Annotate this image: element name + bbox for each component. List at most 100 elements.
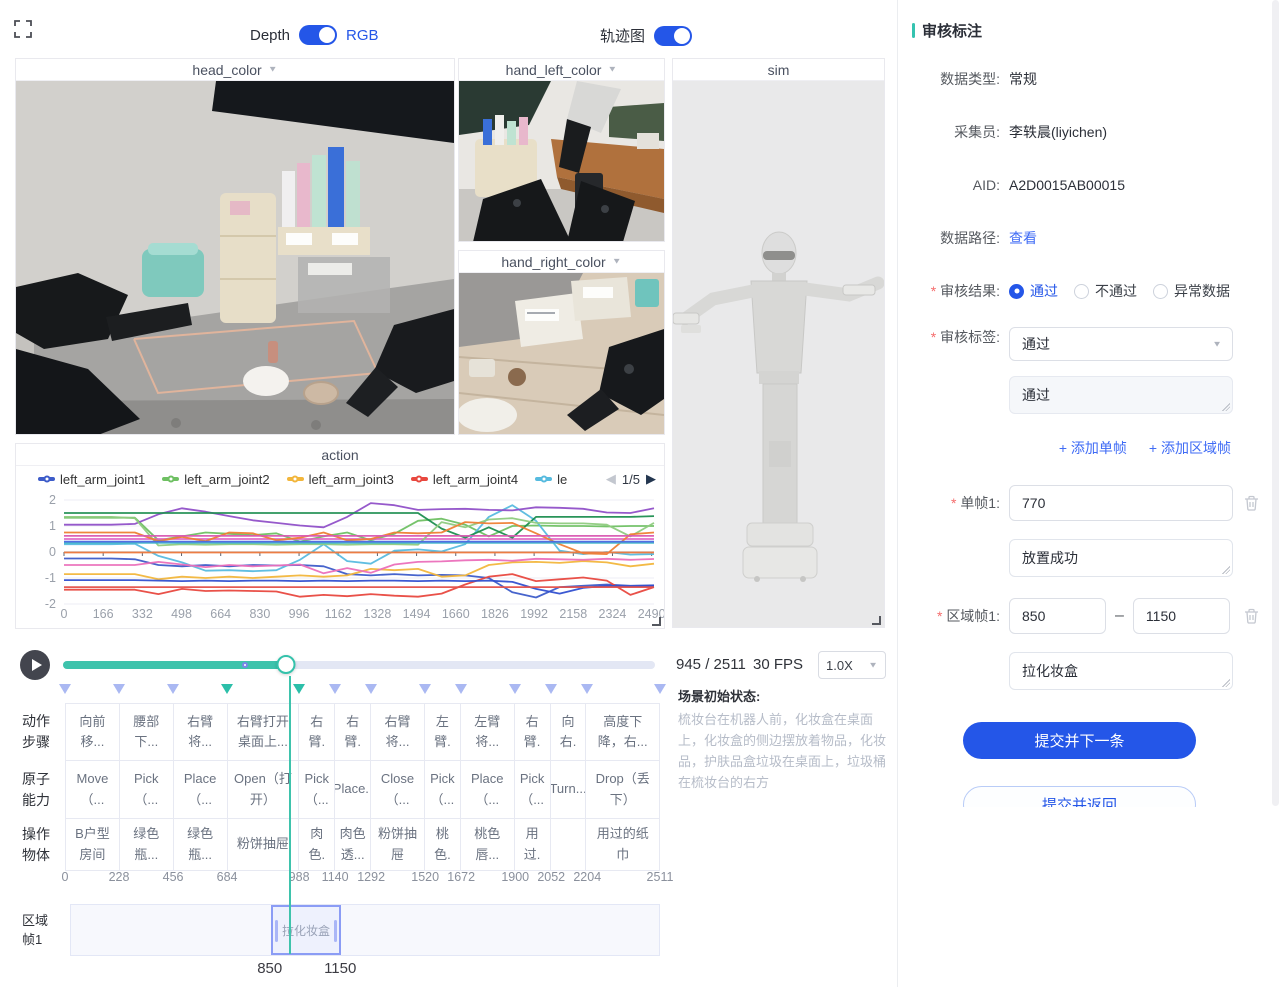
- region-segment-right-handle[interactable]: [334, 920, 337, 942]
- play-button[interactable]: [20, 650, 50, 680]
- head-camera-title[interactable]: head_color ▼: [16, 59, 454, 81]
- step-marker[interactable]: [419, 684, 431, 694]
- table-cell: 左臂将...: [461, 704, 515, 760]
- single-frame-marker-dot[interactable]: [242, 662, 248, 668]
- table-cell: 粉饼抽屉: [371, 819, 425, 870]
- step-marker[interactable]: [654, 684, 666, 694]
- single-frame-note[interactable]: 放置成功: [1009, 539, 1233, 577]
- step-marker[interactable]: [581, 684, 593, 694]
- table-cell: [551, 819, 587, 870]
- hand-right-camera-title[interactable]: hand_right_color ▼: [459, 251, 664, 273]
- axis-tick-label: 1900: [501, 870, 529, 884]
- playback-slider[interactable]: [63, 661, 655, 669]
- head-camera-panel: head_color ▼: [15, 58, 455, 435]
- region-range-label: 1150: [324, 960, 356, 977]
- svg-text:0: 0: [61, 607, 68, 621]
- review-tag-note[interactable]: 通过: [1009, 376, 1233, 414]
- axis-tick-label: 1140: [322, 870, 349, 884]
- table-row: 操作物体B户型房间绿色瓶...绿色瓶...粉饼抽屉肉色.肉色透...粉饼抽屉桃色…: [15, 819, 665, 871]
- resize-handle-icon[interactable]: [652, 617, 661, 626]
- svg-text:166: 166: [93, 607, 114, 621]
- speed-select[interactable]: 1.0X ▼: [818, 651, 886, 679]
- legend-item[interactable]: left_arm_joint4: [411, 472, 518, 487]
- resize-grip-icon[interactable]: [1222, 403, 1230, 411]
- resize-grip-icon[interactable]: [1222, 566, 1230, 574]
- svg-text:1992: 1992: [520, 607, 548, 621]
- rgb-label: RGB: [346, 27, 379, 44]
- review-title: 审核标注: [912, 20, 1266, 41]
- legend-item[interactable]: left_arm_joint1: [38, 472, 145, 487]
- legend-item[interactable]: left_arm_joint3: [287, 472, 394, 487]
- slider-fill: [63, 661, 286, 669]
- step-marker[interactable]: [59, 684, 71, 694]
- delete-single-frame-icon[interactable]: [1244, 495, 1259, 511]
- fullscreen-icon[interactable]: [14, 20, 32, 38]
- table-cell: 腰部下...: [120, 704, 174, 760]
- resize-grip-icon[interactable]: [1222, 679, 1230, 687]
- add-single-frame-link[interactable]: + 添加单帧: [1059, 438, 1127, 458]
- scrollbar[interactable]: [1272, 0, 1279, 806]
- step-marker[interactable]: [455, 684, 467, 694]
- table-row-label: 操作物体: [15, 819, 65, 871]
- region-start-input[interactable]: [1009, 598, 1106, 634]
- single-frame-input[interactable]: [1009, 485, 1233, 521]
- region-frame-label: 区域帧1:: [912, 598, 1009, 626]
- depth-rgb-toggle[interactable]: [299, 25, 337, 45]
- review-result-radio-selected[interactable]: 通过: [1009, 281, 1058, 301]
- data-path-view-link[interactable]: 查看: [1009, 228, 1037, 248]
- legend-prev-icon[interactable]: ◀: [606, 471, 616, 487]
- step-marker-active[interactable]: [293, 684, 305, 694]
- review-result-radio-option[interactable]: 异常数据: [1153, 281, 1230, 301]
- data-type-row: 数据类型: 常规: [912, 69, 1266, 89]
- step-marker[interactable]: [329, 684, 341, 694]
- region-frame-note[interactable]: 拉化妆盒: [1009, 652, 1233, 690]
- table-cell: Pick（...: [299, 761, 335, 818]
- table-cell: 用过的纸巾: [586, 819, 659, 870]
- region-range-labels: 8501150: [15, 960, 665, 980]
- slider-handle[interactable]: [276, 655, 295, 674]
- trajectory-toggle[interactable]: [654, 26, 692, 46]
- chevron-down-icon: ▼: [612, 257, 622, 266]
- step-marker-active[interactable]: [221, 684, 233, 694]
- chart-legend: left_arm_joint1 left_arm_joint2 left_arm_j…: [16, 466, 664, 492]
- review-result-radio-option[interactable]: 不通过: [1074, 281, 1137, 301]
- submit-return-button[interactable]: 提交并返回: [963, 786, 1196, 807]
- region-end-input[interactable]: [1133, 598, 1230, 634]
- region-track[interactable]: 拉化妆盒: [70, 904, 660, 956]
- axis-tick-label: 988: [289, 870, 310, 884]
- depth-rgb-toggle-group: Depth RGB: [250, 25, 379, 45]
- resize-handle-icon[interactable]: [872, 616, 881, 625]
- step-marker[interactable]: [113, 684, 125, 694]
- submit-next-button[interactable]: 提交并下一条: [963, 722, 1196, 759]
- review-panel: 审核标注 数据类型: 常规 采集员: 李轶晨(liyichen) AID: A2…: [897, 0, 1280, 987]
- region-segment[interactable]: 拉化妆盒: [271, 905, 341, 955]
- review-result-radio-group: 通过不通过异常数据: [1009, 281, 1230, 301]
- region-segment-left-handle[interactable]: [275, 920, 278, 942]
- action-line-chart[interactable]: 210-1-2016633249866483099611621328149416…: [16, 492, 664, 626]
- table-cell: Turn...: [551, 761, 587, 818]
- table-cell: Place（...: [461, 761, 515, 818]
- svg-text:830: 830: [249, 607, 270, 621]
- table-cell: 右臂.: [335, 704, 371, 760]
- add-frame-links-row: + 添加单帧 + 添加区域帧: [912, 438, 1266, 458]
- playhead-line[interactable]: [289, 676, 291, 954]
- svg-text:1162: 1162: [325, 607, 352, 621]
- step-marker[interactable]: [545, 684, 557, 694]
- delete-region-frame-icon[interactable]: [1244, 608, 1259, 624]
- axis-tick-label: 1292: [357, 870, 385, 884]
- hand-left-camera-title[interactable]: hand_left_color ▼: [459, 59, 664, 81]
- trajectory-toggle-group: 轨迹图: [600, 25, 692, 46]
- step-marker[interactable]: [167, 684, 179, 694]
- sim-panel-title: sim: [673, 59, 884, 81]
- legend-next-icon[interactable]: ▶: [646, 471, 656, 487]
- step-marker[interactable]: [509, 684, 521, 694]
- add-region-frame-link[interactable]: + 添加区域帧: [1149, 438, 1231, 458]
- legend-item[interactable]: le: [535, 472, 567, 487]
- table-cell: Place（...: [174, 761, 228, 818]
- review-tag-select[interactable]: 通过 ▼: [1009, 327, 1233, 361]
- legend-item[interactable]: left_arm_joint2: [162, 472, 269, 487]
- table-row-label: 原子能力: [15, 761, 65, 819]
- chevron-down-icon: ▼: [868, 661, 878, 670]
- table-cell: Close（...: [371, 761, 425, 818]
- step-marker[interactable]: [365, 684, 377, 694]
